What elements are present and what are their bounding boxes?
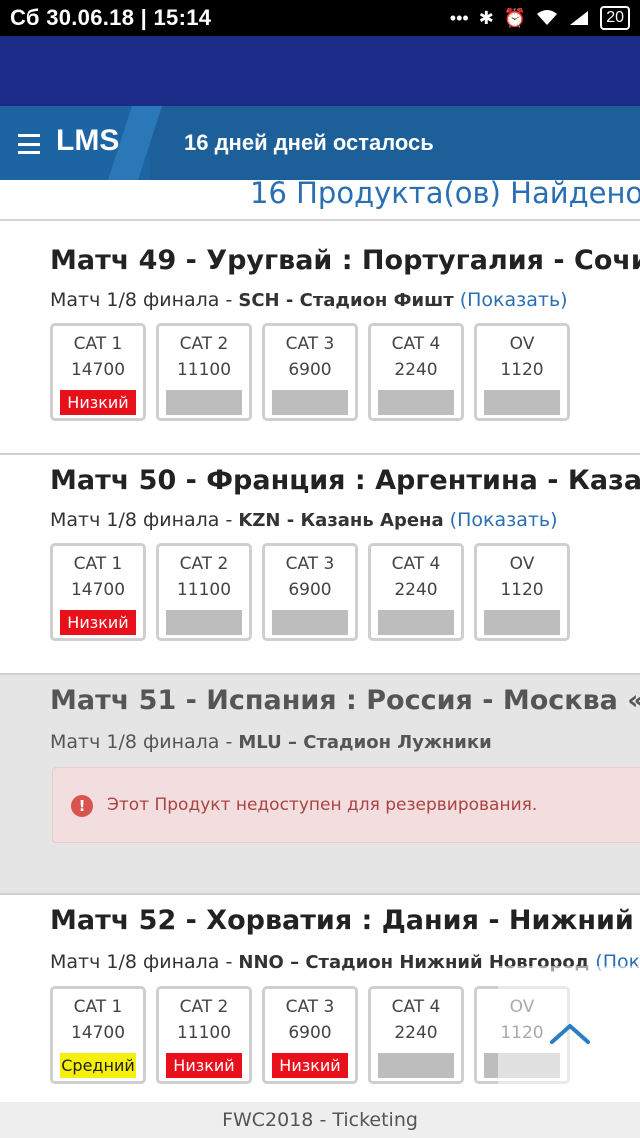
match-title: Матч 51 - Испания : Россия - Москва «Луж… [50,685,640,716]
category-list: CAT 1 14700 Средний CAT 2 11100 Низкий CAT 3… [50,986,570,1084]
battery-icon: 20 [600,6,630,30]
footer: FWC2018 - Ticketing [0,1102,640,1138]
status-time: Сб 30.06.18 | 15:14 [10,5,212,30]
match-subtitle: Матч 1/8 финала - KZN - Казань Арена (По… [50,509,558,531]
venue-code: MLU [238,732,282,753]
alarm-icon: ⏰ [503,7,527,28]
availability-badge [378,1053,454,1078]
availability-badge [166,610,242,635]
availability-badge [166,390,242,415]
show-link[interactable]: (Показать) [450,509,558,531]
availability-badge [484,610,560,635]
availability-badge: Низкий [272,1053,348,1078]
venue-code: SCH [238,290,280,311]
category-list: CAT 1 14700 Низкий CAT 2 11100 CAT 3 6900 CA… [50,323,570,421]
category-tile[interactable]: CAT 4 2240 [368,543,464,641]
category-tile[interactable]: CAT 4 2240 [368,986,464,1084]
bluetooth-icon: ✱ [478,7,494,28]
venue-name: - Стадион Фишт [279,290,454,311]
dots-icon: ••• [449,7,469,28]
venue-code: NNO [238,952,284,973]
match-card: Матч 49 - Уругвай : Португалия - Сочи Ма… [0,221,640,453]
alert-text: Этот Продукт недоступен для резервирован… [107,795,538,815]
category-list: CAT 1 14700 Низкий CAT 2 11100 CAT 3 6900 CA… [50,543,570,641]
match-card-unavailable: Матч 51 - Испания : Россия - Москва «Луж… [0,675,640,893]
availability-badge: Низкий [60,390,136,415]
exclamation-icon: ! [71,795,93,817]
top-banner [0,36,640,106]
match-subtitle: Матч 1/8 финала - MLU – Стадион Лужники [50,731,492,753]
venue-name: - Казань Арена [280,510,444,531]
app-header: LMS 16 дней дней осталось [0,106,640,180]
availability-badge [272,390,348,415]
category-tile[interactable]: CAT 1 14700 Низкий [50,543,146,641]
chevron-up-icon[interactable] [540,1010,600,1050]
category-tile[interactable]: CAT 3 6900 [262,543,358,641]
availability-badge [378,610,454,635]
wifi-icon [537,10,558,25]
availability-badge [272,610,348,635]
category-tile[interactable]: CAT 1 14700 Средний [50,986,146,1084]
availability-badge [378,390,454,415]
category-tile[interactable]: OV1120 [474,543,570,641]
category-tile[interactable]: CAT 3 6900 [262,323,358,421]
days-remaining: 16 дней дней осталось [184,130,434,155]
match-title: Матч 50 - Франция : Аргентина - Казань А… [50,465,640,496]
availability-badge: Низкий [166,1053,242,1078]
app-title[interactable]: LMS [56,124,119,158]
show-link[interactable]: (Показать) [460,289,568,311]
match-title: Матч 49 - Уругвай : Португалия - Сочи [50,245,640,276]
match-title: Матч 52 - Хорватия : Дания - Нижний Новг… [50,905,640,936]
category-tile[interactable]: CAT 1 14700 Низкий [50,323,146,421]
category-tile[interactable]: CAT 2 11100 Низкий [156,986,252,1084]
results-count: 16 Продукта(ов) Найдено [250,176,640,210]
category-tile[interactable]: CAT 4 2240 [368,323,464,421]
venue-code: KZN [238,510,281,531]
availability-badge: Средний [60,1053,136,1078]
match-subtitle: Матч 1/8 финала - SCH - Стадион Фишт (По… [50,289,568,311]
menu-icon[interactable] [18,134,40,154]
match-card: Матч 50 - Франция : Аргентина - Казань А… [0,455,640,673]
status-icons: ••• ✱ ⏰ 20 [450,6,630,30]
signal-icon [570,11,589,25]
category-tile[interactable]: OV1120 [474,323,570,421]
venue-name: – Стадион Лужники [281,732,492,753]
unavailable-alert: ! Этот Продукт недоступен для резервиров… [52,767,640,843]
category-tile[interactable]: CAT 2 11100 [156,323,252,421]
availability-badge [484,390,560,415]
availability-badge: Низкий [60,610,136,635]
category-tile[interactable]: CAT 2 11100 [156,543,252,641]
category-tile[interactable]: CAT 3 6900 Низкий [262,986,358,1084]
status-bar: Сб 30.06.18 | 15:14 ••• ✱ ⏰ 20 [0,0,640,36]
